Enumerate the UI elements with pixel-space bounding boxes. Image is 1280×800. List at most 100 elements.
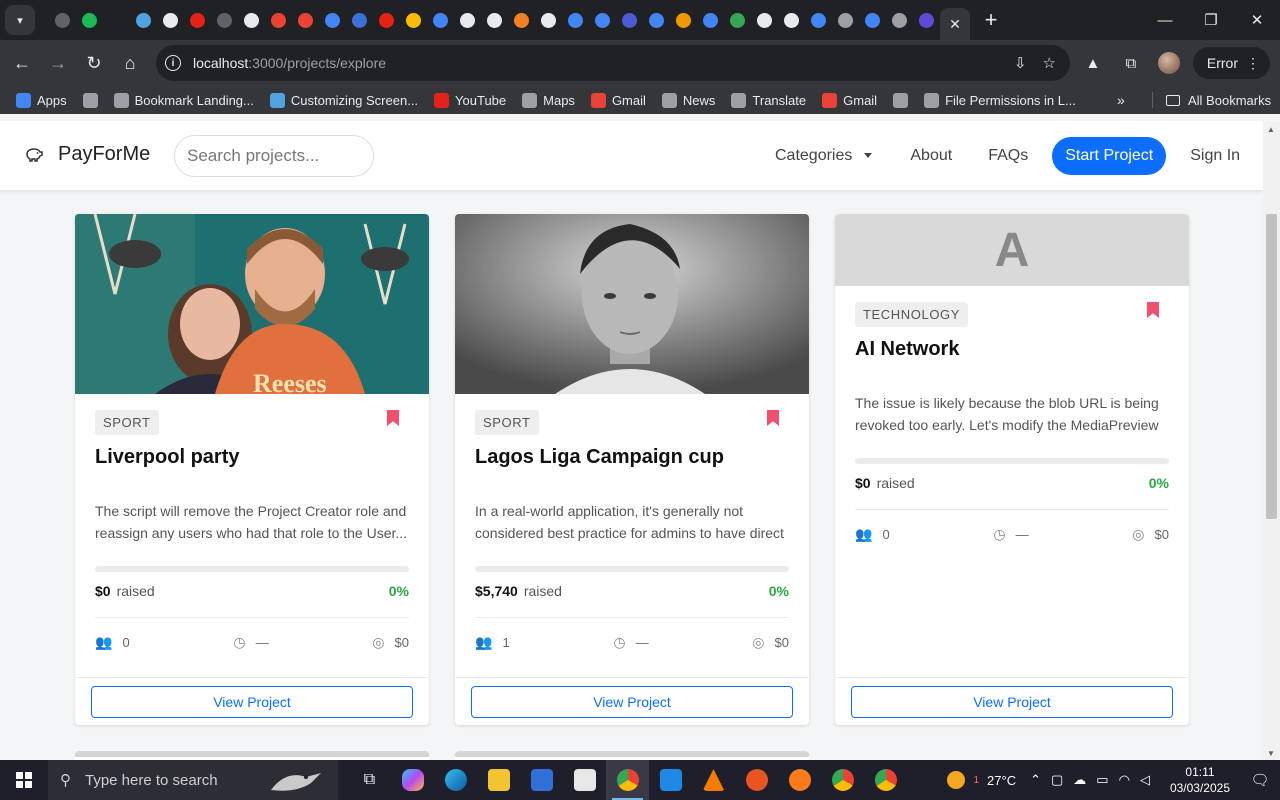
pinned-tab-favicon-icon[interactable] [724,6,751,34]
back-arrow-icon[interactable]: ← [4,45,40,81]
pinned-tab-favicon-icon[interactable] [427,6,454,34]
address-url[interactable]: localhost:3000/projects/explore [193,55,386,71]
ubuntu-icon[interactable] [735,760,778,800]
nav-about[interactable]: About [910,147,952,165]
taskbar-clock[interactable]: 01:11 03/03/2025 [1170,764,1230,796]
bookmark-star-icon[interactable]: ☆ [1043,54,1056,72]
pinned-tab-favicon-icon[interactable] [238,6,265,34]
all-bookmarks-folder[interactable]: All Bookmarks [1166,86,1271,114]
pinned-tab-favicon-icon[interactable] [670,6,697,34]
pinned-tab-favicon-icon[interactable] [535,6,562,34]
scrollbar-thumb[interactable] [1266,214,1277,519]
new-tab-button[interactable]: + [976,5,1006,35]
view-project-button[interactable]: View Project [471,686,793,718]
home-icon[interactable]: ⌂ [112,45,148,81]
store-icon[interactable] [520,760,563,800]
pinned-tab-favicon-icon[interactable] [103,6,130,34]
pinned-tab-favicon-icon[interactable] [751,6,778,34]
sublime-icon[interactable] [778,760,821,800]
bookmark-icon[interactable] [767,410,779,426]
bookmark-item[interactable] [82,92,98,108]
pinned-tab-favicon-icon[interactable] [913,6,940,34]
meet-icon[interactable]: ▢ [1051,772,1063,788]
pinned-tab-favicon-icon[interactable] [481,6,508,34]
scroll-up-arrow-icon[interactable]: ▲ [1267,125,1275,134]
restore-icon[interactable]: ❐ [1188,0,1234,40]
pinned-tab-favicon-icon[interactable] [130,6,157,34]
install-app-icon[interactable]: ⇩ [1014,54,1027,72]
bookmarks-overflow-icon[interactable]: » [1117,86,1125,114]
active-tab-close-icon[interactable]: ✕ [940,8,970,40]
bookmark-item[interactable]: Apps [16,92,67,108]
pinned-tab-favicon-icon[interactable] [400,6,427,34]
wifi-icon[interactable]: ◠ [1119,772,1130,788]
minimize-icon[interactable]: — [1142,0,1188,40]
view-project-button[interactable]: View Project [851,686,1173,718]
scroll-down-arrow-icon[interactable]: ▼ [1267,749,1275,758]
site-info-icon[interactable]: i [165,55,181,71]
chrome-profile-m-icon[interactable] [821,760,864,800]
project-title[interactable]: AI Network [855,338,1169,392]
mail-icon[interactable] [563,760,606,800]
view-project-button[interactable]: View Project [91,686,413,718]
onedrive-icon[interactable]: ☁ [1073,772,1086,788]
pinned-tab-favicon-icon[interactable] [562,6,589,34]
pinned-tab-favicon-icon[interactable] [319,6,346,34]
start-button[interactable] [0,760,48,800]
notifications-icon[interactable]: 🗨 [1240,760,1280,800]
project-title[interactable]: Lagos Liga Campaign cup [475,446,789,500]
bookmark-icon[interactable] [387,410,399,426]
pinned-tab-favicon-icon[interactable] [589,6,616,34]
pinned-tab-favicon-icon[interactable] [292,6,319,34]
pinned-tab-favicon-icon[interactable] [697,6,724,34]
nav-sign-in[interactable]: Sign In [1190,147,1240,165]
pinned-tab-favicon-icon[interactable] [76,6,103,34]
task-view-icon[interactable]: ⧉ [348,760,391,800]
bookmark-item[interactable]: Customizing Screen... [269,92,418,108]
weather-widget[interactable]: 1 27°C [947,771,1016,789]
edge-icon[interactable] [434,760,477,800]
bookmark-item[interactable]: Translate [731,92,806,108]
pinned-tab-favicon-icon[interactable] [859,6,886,34]
bookmark-item[interactable]: Maps [522,92,575,108]
bookmark-item[interactable]: Bookmark Landing... [113,92,254,108]
pinned-tab-favicon-icon[interactable] [805,6,832,34]
pinned-tab-favicon-icon[interactable] [454,6,481,34]
pinned-tab-favicon-icon[interactable] [643,6,670,34]
pinned-tab-favicon-icon[interactable] [211,6,238,34]
start-project-button[interactable]: Start Project [1052,136,1167,175]
pinned-tab-favicon-icon[interactable] [508,6,535,34]
chevron-up-icon[interactable]: ⌃ [1030,772,1041,788]
copilot-icon[interactable] [391,760,434,800]
battery-icon[interactable]: ▭ [1096,772,1108,788]
pinned-tab-favicon-icon[interactable] [373,6,400,34]
project-title[interactable]: Liverpool party [95,446,409,500]
site-logo[interactable]: PayForMe [24,143,150,166]
taskbar-search-box[interactable]: ⚲ Type here to search [48,760,338,800]
pinned-tab-favicon-icon[interactable] [265,6,292,34]
forward-arrow-icon[interactable]: → [40,45,76,81]
address-bar[interactable]: i localhost:3000/projects/explore ⇩ ☆ [156,45,1070,81]
profile-avatar[interactable] [1155,49,1183,77]
pinned-tab-favicon-icon[interactable] [184,6,211,34]
project-image-placeholder[interactable]: A [835,214,1189,286]
bookmark-item[interactable] [893,92,909,108]
bookmark-item[interactable]: Gmail [822,92,877,108]
volume-icon[interactable]: ◁ [1140,772,1150,788]
pinned-tab-favicon-icon[interactable] [886,6,913,34]
pinned-tab-favicon-icon[interactable] [49,6,76,34]
pinned-tab-favicon-icon[interactable] [157,6,184,34]
close-window-icon[interactable]: ✕ [1234,0,1280,40]
pinned-tab-favicon-icon[interactable] [832,6,859,34]
bookmark-item[interactable]: News [661,92,715,108]
chrome-icon[interactable] [606,760,649,800]
bookmark-item[interactable]: File Permissions in L... [924,92,1076,108]
profile-error-button[interactable]: Error ⋮ [1192,47,1270,79]
project-image[interactable] [455,214,809,394]
pinned-tab-favicon-icon[interactable] [778,6,805,34]
nav-categories-dropdown[interactable]: Categories [775,147,873,165]
chrome-profile-icon[interactable] [864,760,907,800]
reload-icon[interactable]: ↻ [76,45,112,81]
extensions-puzzle-icon[interactable]: ⧉ [1117,49,1145,77]
file-explorer-icon[interactable] [477,760,520,800]
